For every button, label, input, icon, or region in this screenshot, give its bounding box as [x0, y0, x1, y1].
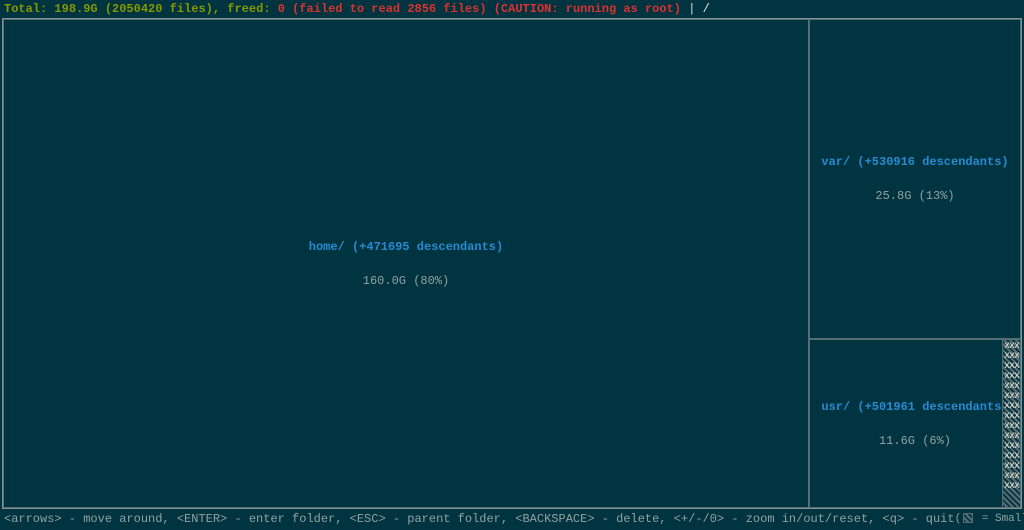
keybindings-help: <arrows> - move around, <ENTER> - enter … [4, 512, 955, 526]
hatch-icon: xxx [1004, 482, 1019, 492]
caution-msg: (CAUTION: running as root) [494, 2, 681, 16]
dir-path-label: usr/ [821, 400, 850, 414]
treemap-cell-var[interactable]: var/ (+530916 descendants) 25.8G (13%) [809, 19, 1021, 339]
dir-descendants: (+471695 descendants) [352, 240, 503, 254]
hatch-swatch-icon [963, 513, 973, 523]
freed-value: 0 [278, 2, 285, 16]
status-header: Total: 198.9G (2050420 files), freed: 0 … [0, 0, 1024, 18]
total-value: 198.9G (2050420 files) [54, 2, 212, 16]
treemap-grid[interactable]: home/ (+471695 descendants) 160.0G (80%)… [2, 18, 1022, 509]
legend: ( = Small files) [955, 513, 1024, 525]
dir-descendants: (+530916 descendants) [857, 155, 1008, 169]
fail-msg: (failed to read 2856 files) [292, 2, 486, 16]
legend-text: = Small files) [975, 513, 1024, 525]
small-files-strip[interactable]: xxx xxx xxx xxx xxx xxx xxx xxx xxx xxx … [1002, 340, 1020, 507]
freed-label: freed: [227, 2, 270, 16]
total-label: Total: [4, 2, 47, 16]
help-footer: <arrows> - move around, <ENTER> - enter … [0, 509, 1024, 530]
dir-name: var/ (+530916 descendants) [821, 155, 1008, 169]
legend-prefix: ( [955, 513, 962, 525]
dir-stats: 25.8G (13%) [875, 189, 954, 203]
current-path: / [703, 2, 710, 16]
treemap-cell-usr[interactable]: usr/ (+501961 descendants) 11.6G (6%) xx… [809, 339, 1021, 508]
dir-path-label: home/ [309, 240, 345, 254]
separator: | [688, 2, 695, 16]
dir-name: home/ (+471695 descendants) [309, 240, 503, 254]
dir-name: usr/ (+501961 descendants) [821, 400, 1008, 414]
dir-path-label: var/ [821, 155, 850, 169]
dir-stats: 11.6G (6%) [879, 434, 951, 448]
dir-descendants: (+501961 descendants) [857, 400, 1008, 414]
treemap-cell-home[interactable]: home/ (+471695 descendants) 160.0G (80%) [3, 19, 809, 508]
dir-stats: 160.0G (80%) [363, 274, 449, 288]
